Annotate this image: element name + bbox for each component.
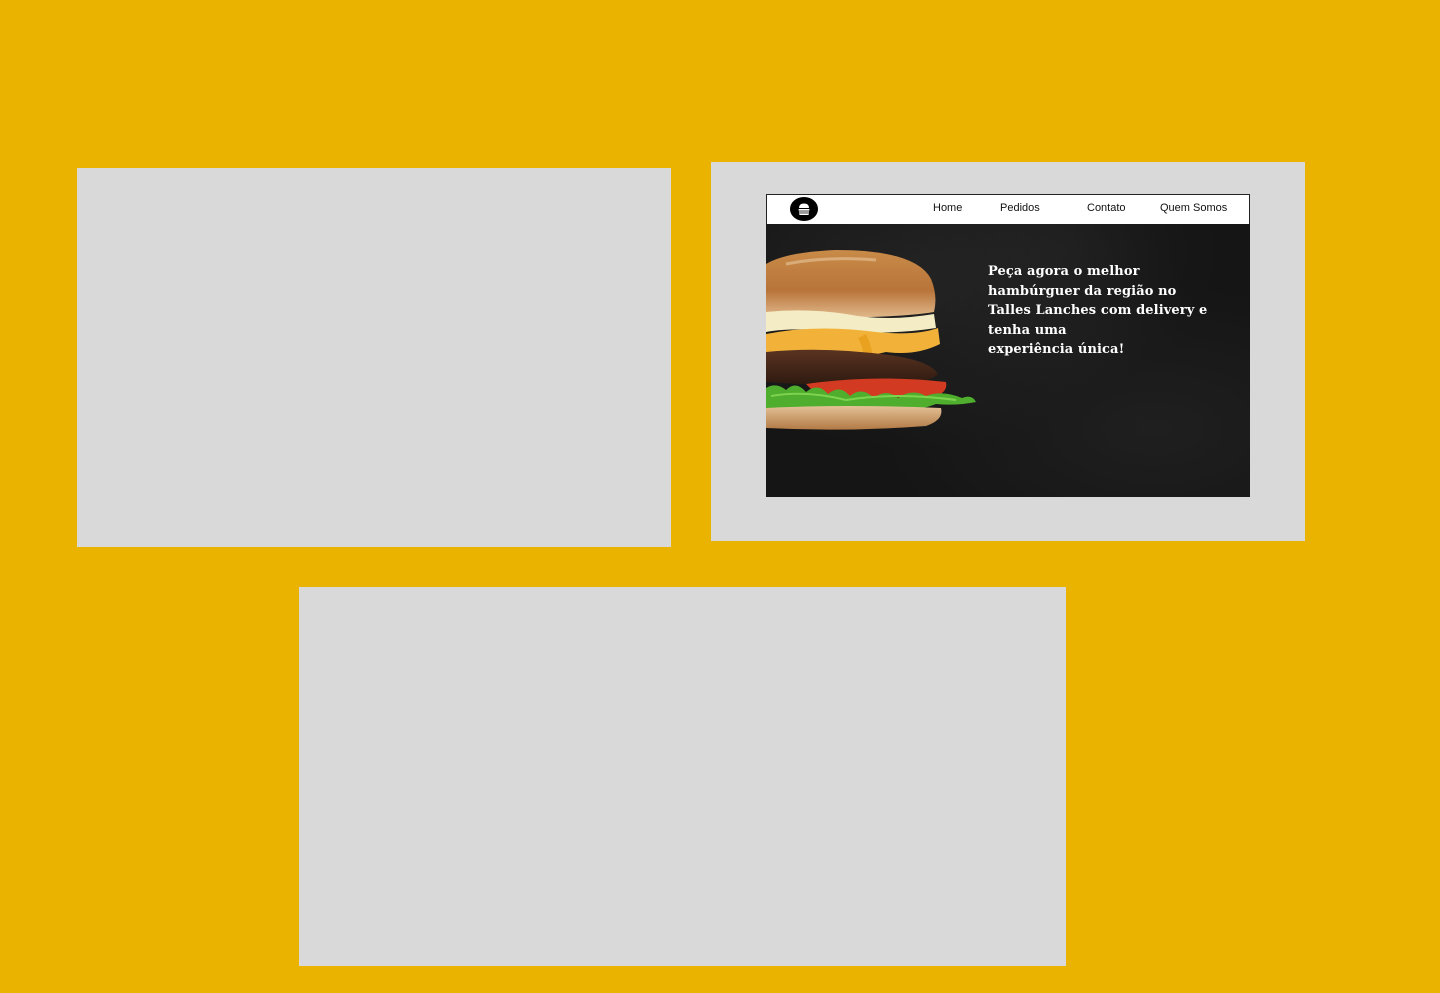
hero-line-3: Talles Lanches com delivery e [988,303,1208,318]
nav-link-home[interactable]: Home [933,202,962,214]
hero-line-5: experiência única! [988,342,1125,357]
nav-link-quem-somos[interactable]: Quem Somos [1160,202,1227,214]
hero-headline: Peça agora o melhor hambúrguer da região… [988,262,1228,360]
burger-glyph-icon [798,203,810,215]
website-mockup: Home Pedidos Contato Quem Somos Peça ago… [766,194,1250,497]
navbar: Home Pedidos Contato Quem Somos [766,194,1250,225]
hero-line-4: tenha uma [988,322,1067,338]
nav-link-contato[interactable]: Contato [1087,202,1126,214]
hero-line-1: Peça agora o melhor [988,264,1140,279]
placeholder-frame-bottom [299,587,1066,966]
nav-link-pedidos[interactable]: Pedidos [1000,202,1040,214]
burger-image [766,250,976,430]
website-preview-frame: Home Pedidos Contato Quem Somos Peça ago… [711,162,1305,541]
burger-logo-icon[interactable] [790,197,818,221]
hero-line-2: hambúrguer da região no [988,283,1177,299]
placeholder-frame-left [77,168,671,547]
